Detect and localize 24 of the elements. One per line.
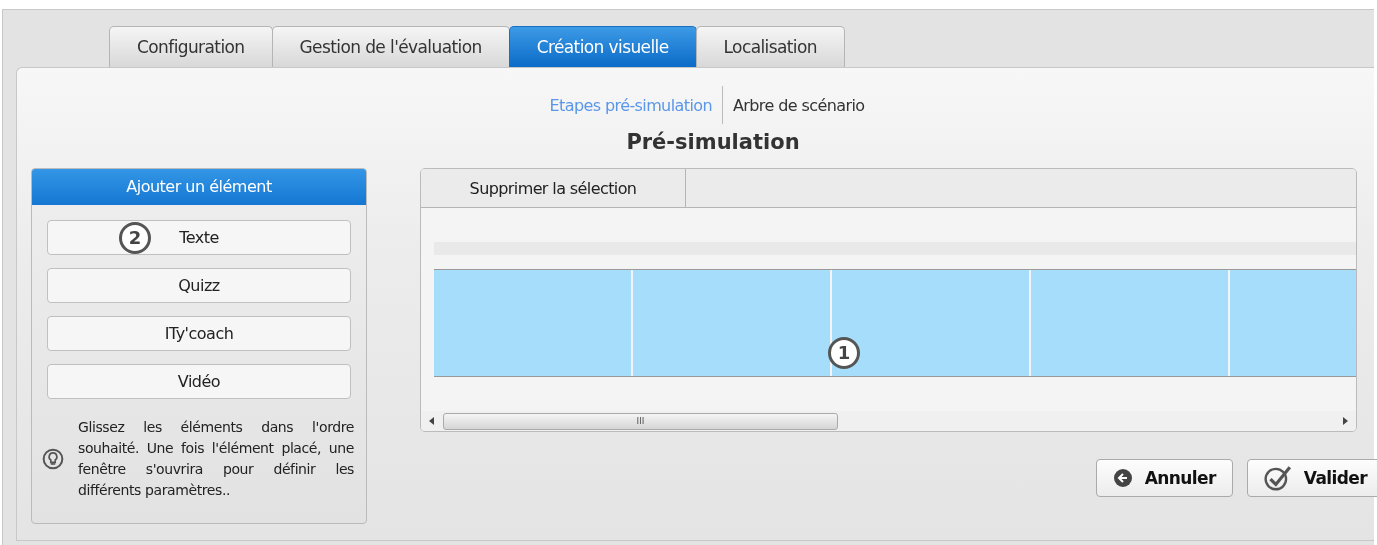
checkmark-icon bbox=[1263, 465, 1292, 491]
tab[interactable]: Création visuelle bbox=[508, 26, 697, 67]
tab[interactable]: Configuration bbox=[109, 26, 273, 67]
add-element-button[interactable]: ITy'coach bbox=[47, 316, 351, 351]
timeline-slot[interactable] bbox=[1031, 270, 1228, 376]
timeline-slot[interactable] bbox=[633, 270, 830, 376]
add-element-button[interactable]: Quizz bbox=[47, 268, 351, 303]
add-element-button[interactable]: Vidéo bbox=[47, 364, 351, 399]
hint-text: Glissez les éléments dans l'ordre souhaité. Une fois l'élément placé, une fenêtre s'ouvrira pour définir les différents paramètres.. bbox=[78, 418, 354, 500]
lightbulb-icon bbox=[42, 448, 64, 470]
scrollbar-thumb[interactable]: III bbox=[443, 412, 838, 430]
scroll-left-icon[interactable] bbox=[429, 417, 435, 425]
action-button[interactable]: Annuler bbox=[1095, 459, 1233, 497]
timeline-slot[interactable] bbox=[434, 270, 631, 376]
panel-header: Ajouter un élément bbox=[32, 169, 366, 205]
tab[interactable]: Gestion de l'évaluation bbox=[271, 26, 510, 67]
action-button[interactable]: Valider bbox=[1246, 459, 1377, 497]
timeline-slot[interactable] bbox=[832, 270, 1029, 376]
scroll-right-icon[interactable] bbox=[1342, 417, 1348, 425]
horizontal-scrollbar[interactable]: III bbox=[421, 411, 1356, 431]
section-title: Pré-simulation bbox=[625, 130, 801, 154]
tab[interactable]: Localisation bbox=[695, 26, 845, 67]
subnav-link[interactable]: Arbre de scénario bbox=[732, 95, 865, 115]
delete-selection-button[interactable]: Supprimer la sélection bbox=[421, 169, 686, 207]
